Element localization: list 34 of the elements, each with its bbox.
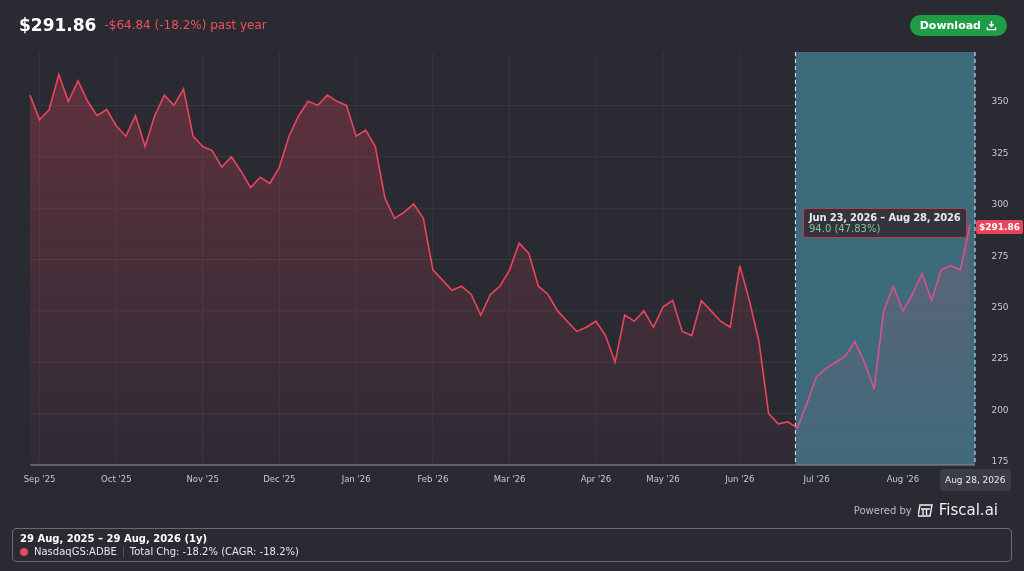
x-axis-label: Dec '25 <box>263 474 296 484</box>
download-icon <box>986 19 997 31</box>
x-axis-label: Jun '26 <box>725 474 755 484</box>
x-axis-label: Jan '26 <box>341 474 371 484</box>
y-axis-label: 300 <box>991 199 1009 210</box>
date-tag: Aug 28, 2026 <box>940 469 1011 491</box>
y-axis-label: 325 <box>991 147 1009 158</box>
x-axis-label: Sep '25 <box>23 474 56 484</box>
tooltip-range: Jun 23, 2026 – Aug 28, 2026 <box>809 212 961 223</box>
x-axis-label: May '26 <box>646 474 680 484</box>
tooltip-change: 94.0 (47.83%) <box>809 223 882 234</box>
x-axis-label: Apr '26 <box>580 474 612 484</box>
y-axis-label: 250 <box>991 301 1009 312</box>
price-tag: $291.86 <box>976 220 1023 234</box>
x-axis-label: Jul '26 <box>803 474 830 484</box>
logo-icon <box>917 503 933 517</box>
y-axis-label: 200 <box>991 404 1009 415</box>
x-axis-label: Mar '26 <box>493 474 526 484</box>
download-button[interactable]: Download <box>909 14 1007 36</box>
total-change: Total Chg: -18.2% (CAGR: -18.2%) <box>129 546 299 557</box>
x-axis-label: Nov '25 <box>186 474 219 484</box>
powered-by-label: Powered by <box>853 504 912 516</box>
y-axis-label: 275 <box>991 250 1009 261</box>
current-price: $291.86 <box>19 15 97 35</box>
ticker-label: NasdaqGS:ADBE <box>34 546 124 557</box>
x-axis-label: Feb '26 <box>417 474 449 484</box>
x-axis-label: Aug '26 <box>886 474 920 484</box>
x-axis-label: Oct '25 <box>101 474 132 484</box>
y-axis-label: 225 <box>991 353 1009 364</box>
y-axis-label: 175 <box>991 456 1009 466</box>
brand-name: Fiscal.ai <box>938 501 998 519</box>
period-label: 29 Aug, 2025 – 29 Aug, 2026 (1y) <box>20 533 209 544</box>
price-change: -$64.84 (-18.2%) past year <box>104 18 268 32</box>
y-axis-label: 350 <box>991 96 1009 107</box>
